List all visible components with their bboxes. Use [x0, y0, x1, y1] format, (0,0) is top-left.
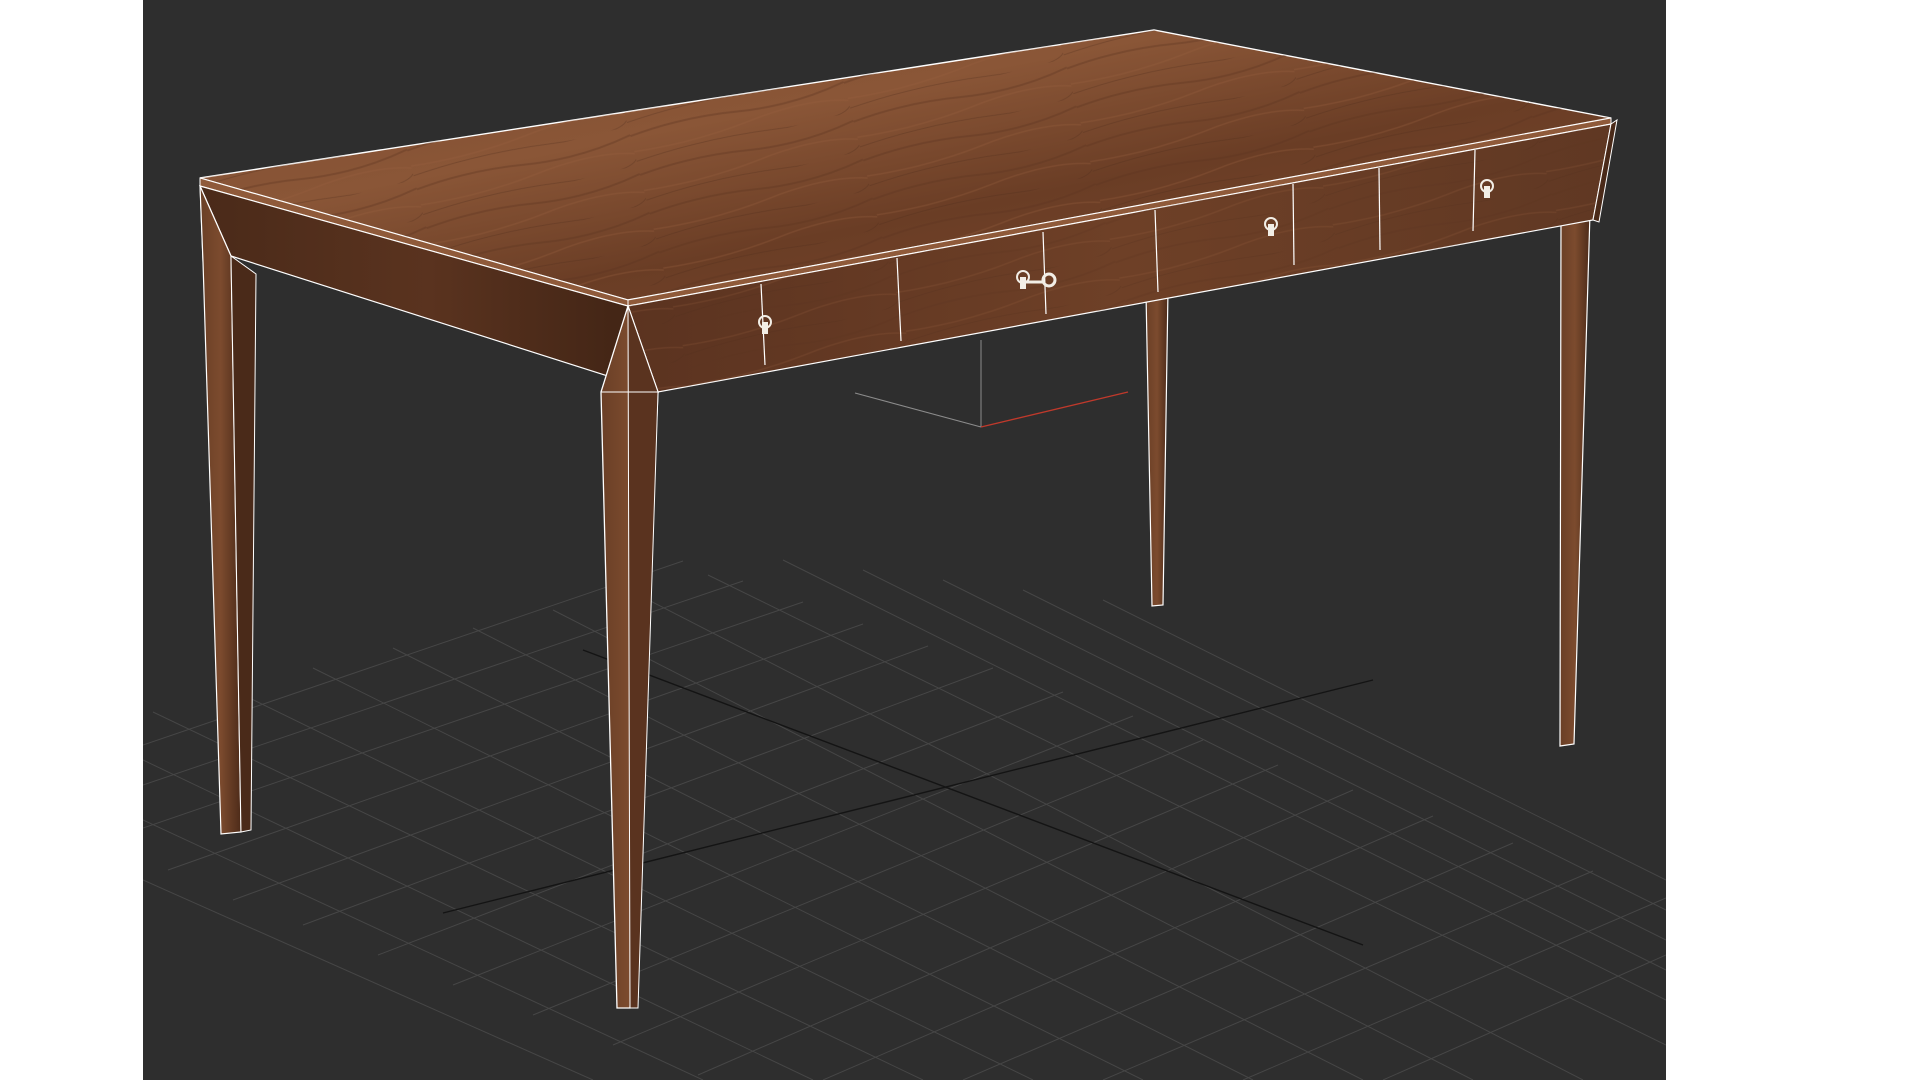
right-margin: [1666, 0, 1920, 1080]
viewport-canvas[interactable]: [143, 0, 1666, 1080]
perspective-viewport[interactable]: [143, 0, 1666, 1080]
left-margin: [0, 0, 143, 1080]
app-frame: [0, 0, 1920, 1080]
